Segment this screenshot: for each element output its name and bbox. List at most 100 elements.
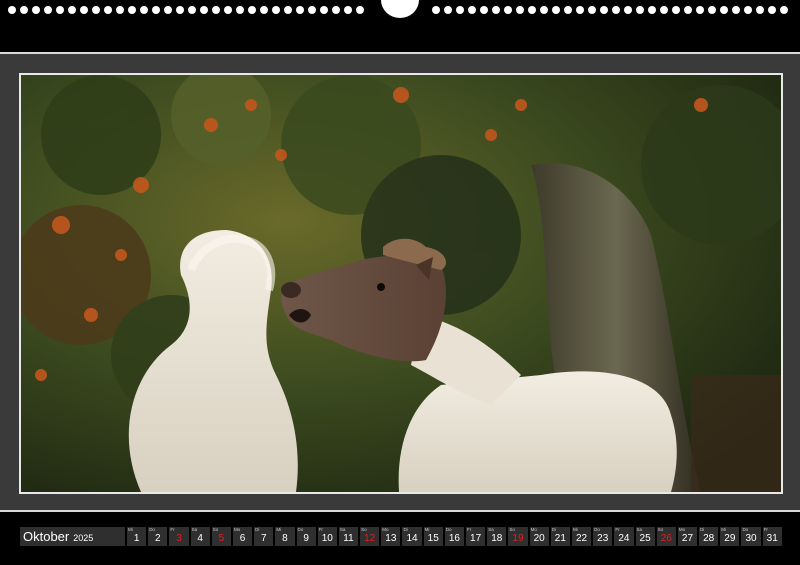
day-number: 25 [639,533,651,544]
day-number: 27 [681,533,694,544]
weekday-label: Fr [763,527,768,532]
weekday-label: Mo [233,527,241,532]
weekday-label: Mi [424,527,430,532]
binding-hole [224,6,232,14]
weekday-label: Do [594,527,600,532]
month-label: Oktober 2025 [20,527,125,546]
binding-hole [492,6,500,14]
day-number: 31 [766,533,778,544]
day-number: 13 [385,533,397,544]
day-number: 8 [282,533,288,544]
month-calendar-strip: Oktober 2025 Mi 1 Do 2 Fr 3 Sa 4 So 5 Mo 6 Di 7 Mi 8 Do 9… [0,512,800,565]
binding-hole [744,6,752,14]
binding-hole [684,6,692,14]
binding-hole [356,6,364,14]
binding-hole [260,6,268,14]
two-ponies-photo [19,73,783,494]
weekday-label: Sa [339,527,346,532]
weekday-label: Fr [170,527,175,532]
binding-hole [480,6,488,14]
binding-hole [200,6,208,14]
binding-hole [320,6,328,14]
binding-hole [128,6,136,14]
binding-hole [756,6,764,14]
binding-hole [612,6,620,14]
binding-hole [176,6,184,14]
binding-hole [780,6,788,14]
binding-holes-left [8,6,364,14]
binding-hole [768,6,776,14]
binding-hole [80,6,88,14]
day-number: 9 [303,533,309,544]
binding-hole [588,6,596,14]
weekday-label: So [509,527,515,532]
day-number: 15 [427,533,439,544]
weekday-label: Do [742,527,749,532]
binding-hole [212,6,220,14]
photo-illustration [21,75,781,492]
weekday-label: Do [149,527,155,532]
spiral-binding [0,0,800,22]
binding-hole [20,6,28,14]
binding-hole [116,6,124,14]
day-number: 1 [133,533,140,544]
binding-hole [188,6,196,14]
weekday-label: Fr [318,527,323,532]
weekday-label: Mi [276,527,282,532]
binding-hole [564,6,572,14]
day-cell: Sa 18 [487,527,507,546]
day-cell: Fr 31 [762,527,782,546]
binding-hole [8,6,16,14]
day-cell: Mo 20 [529,527,549,546]
day-cell: Mi 1 [127,527,147,546]
day-number: 22 [575,533,588,544]
binding-hole [456,6,464,14]
binding-hole [152,6,160,14]
day-cell: Di 21 [550,527,570,546]
weekday-label: Mo [530,527,537,532]
day-number: 24 [618,533,630,544]
day-cell: Do 30 [741,527,761,546]
binding-hole [540,6,548,14]
binding-hole [164,6,172,14]
day-number: 5 [218,533,225,544]
day-number: 2 [155,533,161,544]
day-cell: Di 14 [402,527,422,546]
day-cell: Fr 17 [466,527,486,546]
binding-hole [696,6,704,14]
day-cell: Do 16 [444,527,464,546]
weekday-label: So [657,527,664,532]
day-cell: Do 23 [593,527,613,546]
binding-hole [732,6,740,14]
weekday-label: Sa [488,527,494,532]
weekday-label: Fr [467,527,472,532]
weekday-label: So [212,527,219,532]
day-cell: Do 9 [296,527,316,546]
binding-hole [32,6,40,14]
day-number: 26 [660,533,672,544]
binding-hole [624,6,632,14]
weekday-label: Do [445,527,452,532]
day-number: 16 [448,533,460,544]
weekday-label: Fr [615,527,620,532]
binding-hole [56,6,64,14]
day-cell: Di 28 [699,527,719,546]
day-number: 30 [745,533,757,544]
day-cell: So 19 [508,527,528,546]
day-cell: Mi 15 [423,527,443,546]
day-cell: Fr 3 [169,527,189,546]
weekday-label: Mi [721,527,726,532]
binding-hole [720,6,728,14]
weekday-label: Di [551,527,556,532]
hanger-hole [381,0,419,18]
day-number: 20 [533,533,545,544]
day-cell: Di 7 [254,527,274,546]
binding-hole [236,6,244,14]
day-number: 23 [597,533,609,544]
day-cell: Mo 6 [232,527,253,546]
binding-hole [92,6,100,14]
month-name: Oktober [23,529,70,544]
day-number: 18 [491,533,503,544]
binding-hole [468,6,476,14]
binding-hole [660,6,668,14]
